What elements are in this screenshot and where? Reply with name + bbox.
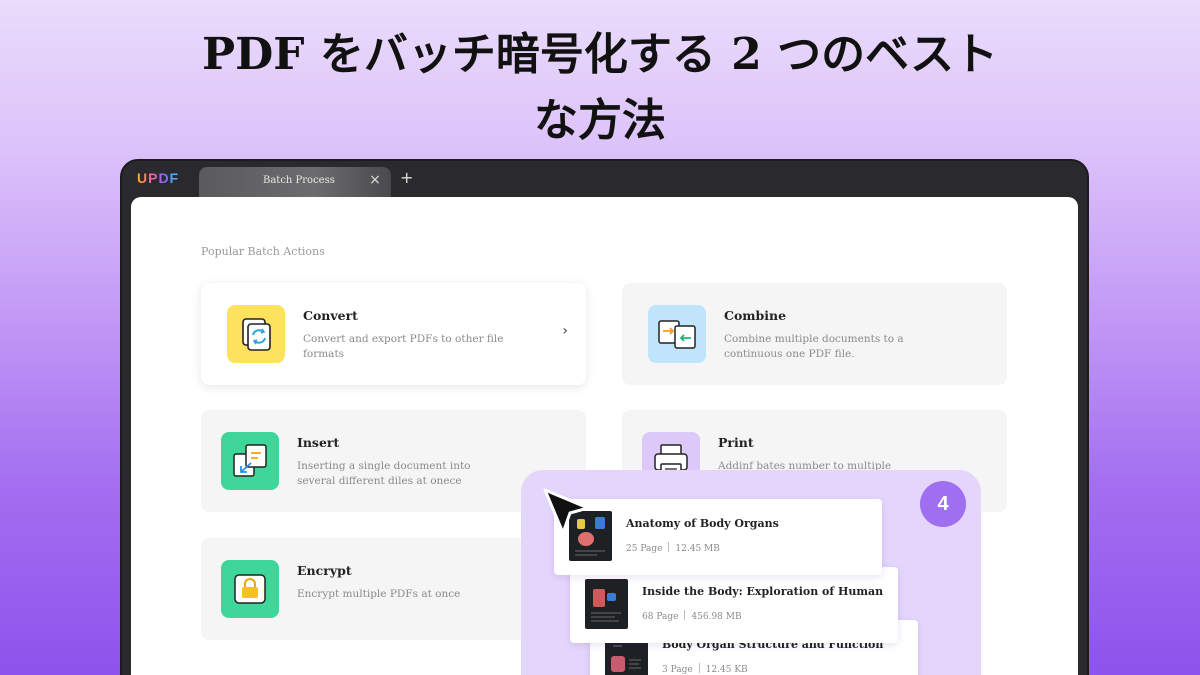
file-size: 456.98 MB (691, 612, 742, 622)
file-meta: 3 Page 12.45 KB (662, 663, 748, 675)
close-icon[interactable]: × (367, 172, 383, 188)
card-description: Combine multiple documents to a continuo… (724, 333, 904, 360)
page-count: 68 Page (642, 612, 679, 622)
mouse-pointer-icon (543, 488, 590, 535)
headline: PDF をバッチ暗号化する 2 つのベスト な方法 (0, 22, 1200, 154)
headline-line-1: PDF をバッチ暗号化する 2 つのベスト (202, 29, 998, 80)
updf-logo: UPDF (137, 170, 180, 186)
action-card-convert[interactable]: Convert Convert and export PDFs to other… (201, 283, 586, 385)
document-thumbnail (585, 579, 628, 629)
card-description: Encrypt multiple PDFs at once (297, 588, 461, 600)
page-count: 3 Page (662, 665, 693, 675)
insert-icon (221, 432, 279, 490)
file-size: 12.45 KB (705, 665, 748, 675)
action-card-combine[interactable]: Combine Combine multiple documents to a … (622, 283, 1007, 385)
chevron-right-icon[interactable]: › (562, 323, 568, 339)
file-count-badge: 4 (920, 481, 966, 527)
card-title: Insert (297, 435, 340, 450)
headline-line-2: な方法 (534, 95, 666, 146)
add-tab-icon[interactable]: + (400, 170, 413, 186)
card-description: Inserting a single document into several… (297, 460, 471, 487)
divider (668, 542, 670, 552)
file-name: Anatomy of Body Organs (626, 517, 779, 530)
convert-icon (227, 305, 285, 363)
card-title: Encrypt (297, 563, 352, 578)
tab-label: Batch Process (263, 175, 335, 186)
card-title: Combine (724, 308, 787, 323)
divider (684, 610, 686, 620)
list-item[interactable]: Anatomy of Body Organs 25 Page 12.45 MB (554, 499, 882, 575)
file-meta: 25 Page 12.45 MB (626, 542, 720, 554)
page-count: 25 Page (626, 544, 663, 554)
encrypt-icon (221, 560, 279, 618)
tab-batch-process[interactable]: Batch Process × (199, 167, 391, 197)
card-title: Convert (303, 308, 358, 323)
file-meta: 68 Page 456.98 MB (642, 610, 742, 622)
card-description: Convert and export PDFs to other file fo… (303, 333, 504, 360)
combine-icon (648, 305, 706, 363)
list-item[interactable]: Inside the Body: Exploration of Human 68… (570, 567, 898, 643)
file-name: Inside the Body: Exploration of Human (642, 585, 884, 598)
file-size: 12.45 MB (675, 544, 720, 554)
card-title: Print (718, 435, 754, 450)
tab-bar: UPDF Batch Process × + (122, 161, 1087, 197)
section-title: Popular Batch Actions (201, 245, 325, 258)
divider (698, 663, 700, 673)
